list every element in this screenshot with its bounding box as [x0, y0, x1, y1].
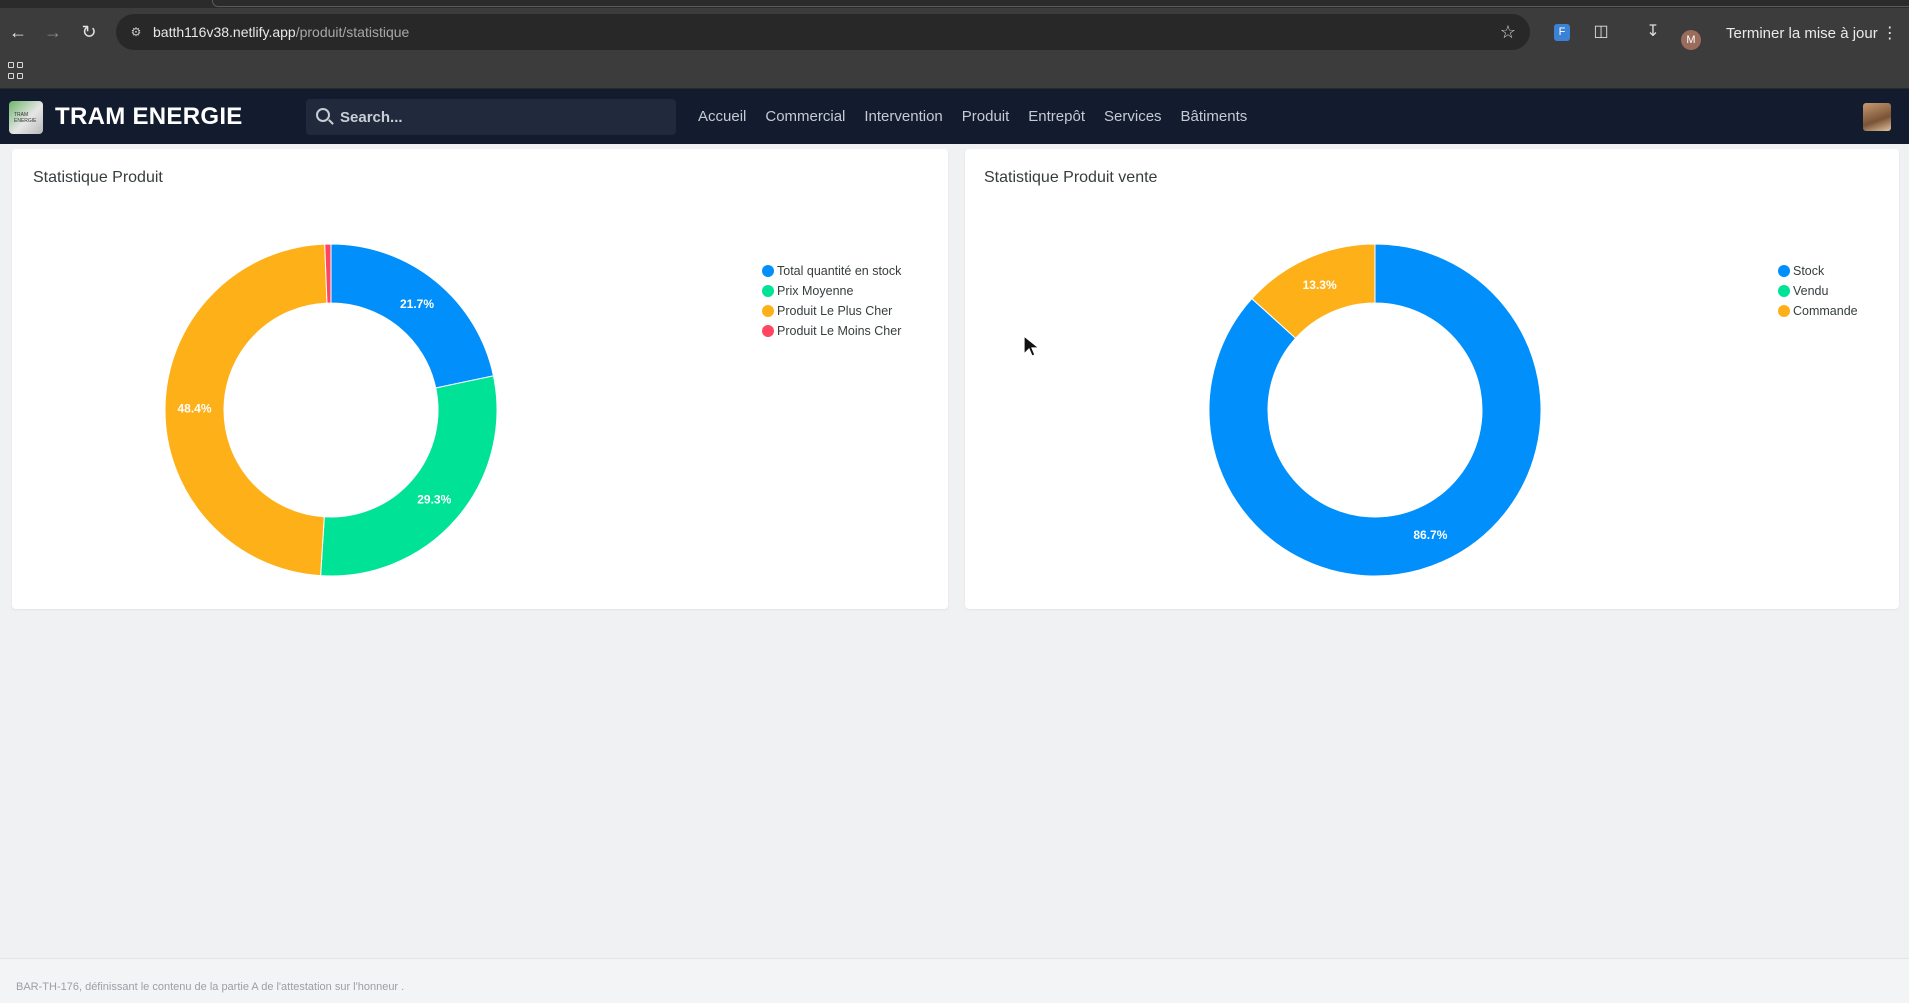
legend-dot: [762, 265, 774, 277]
download-icon[interactable]: ↧: [1642, 21, 1664, 43]
chart-card-produit-vente: 86.7% 13.3% Statistique Produit vente Sto…: [965, 149, 1899, 609]
footer-text: BAR-TH-176, définissant le contenu de la…: [16, 981, 405, 993]
menu-item-intervention[interactable]: Intervention: [864, 108, 942, 125]
chart-title: Statistique Produit vente: [984, 169, 1158, 186]
donut-chart-produit-vente: 86.7% 13.3%: [1208, 243, 1542, 577]
menu-item-accueil[interactable]: Accueil: [698, 108, 746, 125]
slice-label: 29.3%: [417, 492, 451, 506]
url-text[interactable]: batth116v38.netlify.app/produit/statisti…: [153, 24, 409, 40]
page-footer: BAR-TH-176, définissant le contenu de la…: [0, 958, 1909, 1003]
profile-avatar[interactable]: M: [1681, 30, 1701, 50]
brand-name[interactable]: TRAM ENERGIE: [55, 103, 243, 131]
back-icon[interactable]: ←: [6, 20, 30, 44]
search-icon: [316, 108, 330, 122]
legend-item[interactable]: Commande: [1778, 301, 1858, 321]
chart-card-produit: 21.7% 29.3% 48.4% Statistique Produit Tota…: [12, 149, 948, 609]
slice-label: 86.7%: [1413, 528, 1447, 542]
bookmark-star-icon[interactable]: ☆: [1500, 22, 1516, 43]
legend-dot: [1778, 265, 1790, 277]
slice-label: 48.4%: [177, 401, 211, 415]
menu-item-batiments[interactable]: Bâtiments: [1181, 108, 1248, 125]
site-info-icon[interactable]: ⚙: [128, 24, 144, 40]
menu-item-commercial[interactable]: Commercial: [765, 108, 845, 125]
slice-label: 21.7%: [400, 297, 434, 311]
reload-icon[interactable]: ↻: [77, 20, 101, 44]
extension-icon[interactable]: F: [1554, 24, 1570, 41]
legend-item[interactable]: Stock: [1778, 261, 1858, 281]
search-input[interactable]: [340, 99, 670, 135]
legend-dot: [1778, 305, 1790, 317]
main-menu: Accueil Commercial Intervention Produit …: [698, 108, 1266, 125]
address-bar[interactable]: ⚙ batth116v38.netlify.app/produit/statis…: [116, 14, 1530, 50]
extensions-puzzle-icon[interactable]: ◫: [1590, 21, 1612, 43]
chart-legend: Stock Vendu Commande: [1778, 261, 1858, 321]
user-avatar[interactable]: [1863, 103, 1891, 131]
menu-dots-icon[interactable]: ⋮: [1882, 20, 1898, 48]
legend-item[interactable]: Prix Moyenne: [762, 281, 901, 301]
forward-icon[interactable]: →: [41, 20, 65, 44]
menu-item-produit[interactable]: Produit: [962, 108, 1010, 125]
legend-item[interactable]: Produit Le Moins Cher: [762, 321, 901, 341]
legend-dot: [762, 285, 774, 297]
search-box: [306, 99, 676, 135]
app-navbar: TRAM ENERGIE TRAM ENERGIE Accueil Commer…: [0, 89, 1909, 144]
legend-dot: [762, 325, 774, 337]
legend-item[interactable]: Produit Le Plus Cher: [762, 301, 901, 321]
legend-item[interactable]: Vendu: [1778, 281, 1858, 301]
donut-slice[interactable]: [320, 375, 498, 577]
donut-slice[interactable]: [330, 243, 495, 389]
menu-item-entrepot[interactable]: Entrepôt: [1028, 108, 1085, 125]
apps-grid-icon[interactable]: [8, 62, 26, 80]
brand-logo[interactable]: TRAM ENERGIE: [9, 101, 43, 134]
mouse-cursor-icon: [1023, 335, 1041, 357]
legend-item[interactable]: Total quantité en stock: [762, 261, 901, 281]
menu-item-services[interactable]: Services: [1104, 108, 1162, 125]
legend-dot: [1778, 285, 1790, 297]
bookmarks-bar: [0, 56, 1909, 89]
chart-title: Statistique Produit: [33, 169, 163, 186]
donut-chart-produit: 21.7% 29.3% 48.4%: [164, 243, 498, 577]
browser-toolbar: ← → ↻ ⚙ batth116v38.netlify.app/produit/…: [0, 8, 1909, 56]
slice-label: 13.3%: [1303, 278, 1337, 292]
legend-dot: [762, 305, 774, 317]
update-button[interactable]: Terminer la mise à jour ⋮: [1712, 20, 1904, 48]
browser-tabstrip: [0, 0, 1909, 8]
chart-legend: Total quantité en stock Prix Moyenne Pro…: [762, 261, 901, 341]
